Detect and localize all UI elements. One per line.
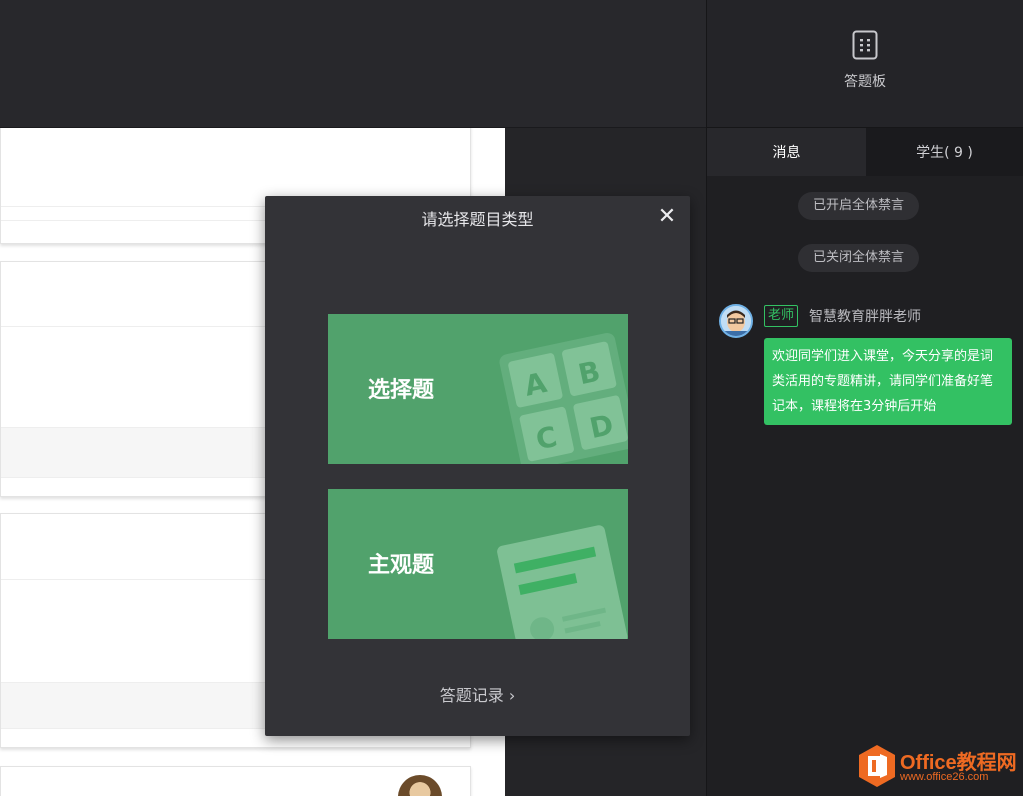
- answer-record-link[interactable]: 答题记录 ›: [265, 682, 690, 706]
- sender-name: 智慧教育胖胖老师: [809, 309, 921, 325]
- teacher-role-badge: 老师: [764, 305, 799, 327]
- teacher-avatar-icon: [721, 306, 751, 336]
- chat-tabs: 消息 学生( 9 ): [707, 128, 1023, 176]
- chat-panel: 消息 学生( 9 ) 已开启全体禁言 已关闭全体禁言 老师 智慧教育胖胖老师 欢…: [706, 128, 1023, 796]
- answer-board-label: 答题板: [844, 74, 886, 90]
- answer-board-icon: [852, 30, 878, 60]
- subjective-label: 主观题: [368, 553, 435, 578]
- user-avatar: [398, 775, 442, 796]
- system-message: 已关闭全体禁言: [798, 244, 920, 272]
- message-bubble: 欢迎同学们进入课堂，今天分享的是词类活用的专题精讲，请同学们准备好笔记本，课程将…: [764, 338, 1012, 425]
- system-message: 已开启全体禁言: [798, 192, 920, 220]
- question-type-dialog: 请选择题目类型 ✕ A B C D 选择题 主观题 答题记录 ›: [265, 196, 690, 736]
- teacher-avatar: [719, 304, 753, 338]
- close-button[interactable]: ✕: [656, 206, 678, 228]
- tab-messages[interactable]: 消息: [707, 128, 866, 176]
- site-watermark: Office教程网 www.office26.com: [858, 744, 1023, 794]
- subjective-option[interactable]: 主观题: [328, 489, 628, 639]
- content-card: [0, 766, 471, 796]
- multiple-choice-option[interactable]: A B C D 选择题: [328, 314, 628, 464]
- answer-board-button[interactable]: 答题板: [827, 30, 903, 94]
- right-header: 答题板: [706, 0, 1023, 128]
- dialog-title: 请选择题目类型: [421, 210, 534, 229]
- multiple-choice-label: 选择题: [368, 378, 435, 403]
- top-toolbar: [0, 0, 706, 128]
- watermark-url: www.office26.com: [900, 771, 989, 783]
- tab-students[interactable]: 学生( 9 ): [866, 128, 1023, 176]
- office-logo-icon: [859, 745, 895, 787]
